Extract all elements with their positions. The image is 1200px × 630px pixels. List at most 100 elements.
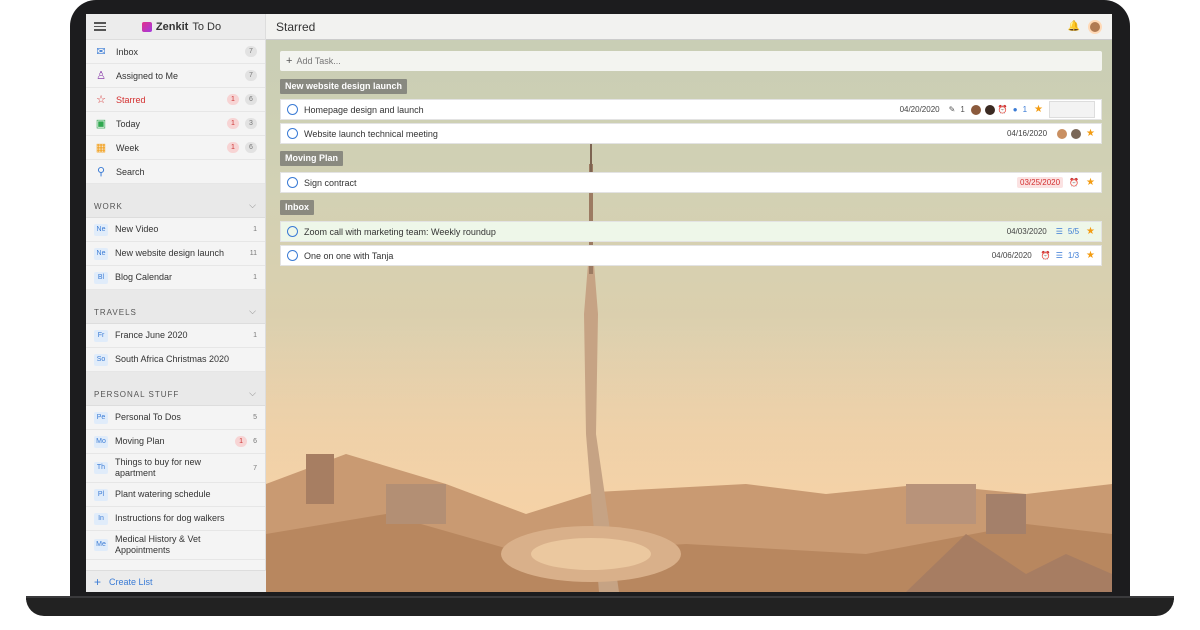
laptop-base — [26, 598, 1174, 616]
avatar[interactable] — [1088, 19, 1102, 34]
list-prefix: In — [94, 512, 108, 525]
list-label: New website design launch — [115, 248, 225, 258]
list-item[interactable]: Th Things to buy for new apartment 7 — [86, 454, 265, 483]
reminder-icon: ⏰ — [997, 105, 1008, 114]
item-count: 6 — [245, 94, 257, 105]
task-row[interactable]: One on one with Tanja 04/06/2020 ⏰ ☰ 1/3… — [280, 245, 1102, 266]
task-title: Website launch technical meeting — [304, 128, 438, 139]
section-title: TRAVELS — [94, 308, 137, 317]
sidebar-item-label: Today — [116, 118, 141, 129]
chevron-down-icon[interactable]: ⌵ — [249, 306, 257, 317]
list-label: New Video — [115, 224, 159, 234]
list-item[interactable]: Me Medical History & Vet Appointments — [86, 531, 265, 560]
checklist-icon: ☰ — [1055, 227, 1063, 236]
star-icon[interactable]: ★ — [1086, 226, 1095, 237]
sidebar-header: Zenkit To Do — [86, 14, 265, 40]
task-title: One on one with Tanja — [304, 250, 394, 261]
task-title: Homepage design and launch — [304, 104, 424, 115]
list-item[interactable]: Pe Personal To Dos 5 — [86, 406, 265, 430]
section-header-travels[interactable]: TRAVELS ⌵ — [86, 290, 265, 324]
list-label: Medical History & Vet Appointments — [115, 534, 201, 555]
list-label: Instructions for dog walkers — [115, 513, 225, 523]
brand-name: Zenkit — [155, 20, 189, 33]
brand-suffix: To Do — [192, 20, 222, 33]
checklist-count: 5/5 — [1067, 227, 1080, 236]
menu-icon[interactable] — [94, 22, 106, 31]
group-header: New website design launch — [280, 79, 408, 94]
overdue-badge: 1 — [227, 118, 239, 129]
task-title: Sign contract — [304, 177, 357, 188]
list-label: Blog Calendar — [115, 272, 173, 282]
star-icon[interactable]: ★ — [1086, 128, 1095, 139]
due-date: 04/06/2020 — [991, 251, 1032, 260]
sidebar-item-label: Week — [116, 142, 139, 153]
list-prefix: So — [94, 353, 108, 366]
sidebar-item-starred[interactable]: ☆ Starred 1 6 — [86, 88, 265, 112]
list-item[interactable]: Ne New Video 1 — [86, 218, 265, 242]
task-row[interactable]: Homepage design and launch 04/20/2020 ✎ … — [280, 99, 1102, 120]
bell-icon[interactable]: 🔔 — [1068, 21, 1080, 32]
list-count: 1 — [253, 226, 257, 233]
item-count: 7 — [245, 70, 257, 81]
list-item[interactable]: Pl Plant watering schedule — [86, 483, 265, 507]
chevron-down-icon[interactable]: ⌵ — [249, 388, 257, 399]
list-item[interactable]: Bl Blog Calendar 1 — [86, 266, 265, 290]
list-item[interactable]: Fr France June 2020 1 — [86, 324, 265, 348]
add-task-input[interactable]: + Add Task... — [280, 51, 1102, 71]
list-prefix: Ne — [94, 247, 108, 260]
comment-count: 1 — [1022, 105, 1028, 114]
search-icon: ⚲ — [96, 166, 106, 178]
sidebar-item-label: Assigned to Me — [116, 70, 179, 81]
task-row[interactable]: Zoom call with marketing team: Weekly ro… — [280, 221, 1102, 242]
task-row[interactable]: Website launch technical meeting 04/16/2… — [280, 123, 1102, 144]
sidebar-item-assigned[interactable]: ♙ Assigned to Me 7 — [86, 64, 265, 88]
list-prefix: Bl — [94, 271, 108, 284]
overdue-badge: 1 — [227, 142, 239, 153]
list-prefix: Pe — [94, 411, 108, 424]
list-prefix: Th — [94, 462, 108, 474]
complete-checkbox[interactable] — [287, 104, 298, 115]
list-count: 11 — [249, 250, 257, 257]
sidebar-item-week[interactable]: ▦ Week 1 6 — [86, 136, 265, 160]
create-list-button[interactable]: + Create List — [86, 570, 266, 592]
complete-checkbox[interactable] — [287, 177, 298, 188]
list-item[interactable]: So South Africa Christmas 2020 — [86, 348, 265, 372]
list-label: France June 2020 — [115, 330, 188, 340]
task-title: Zoom call with marketing team: Weekly ro… — [304, 226, 496, 237]
list-count: 1 — [253, 332, 257, 339]
sidebar-item-label: Inbox — [116, 46, 139, 57]
checklist-count: 1/3 — [1067, 251, 1080, 260]
list-item[interactable]: Ne New website design launch 11 — [86, 242, 265, 266]
list-item[interactable]: In Instructions for dog walkers — [86, 507, 265, 531]
item-count: 3 — [245, 118, 257, 129]
list-label: Things to buy for new apartment — [115, 457, 202, 478]
sidebar-item-today[interactable]: ▣ Today 1 3 — [86, 112, 265, 136]
avatar — [1056, 127, 1069, 140]
complete-checkbox[interactable] — [287, 128, 298, 139]
star-icon[interactable]: ★ — [1086, 177, 1095, 188]
sidebar: Zenkit To Do ✉ Inbox 7 ♙ Assigned to Me … — [86, 14, 266, 592]
sidebar-item-search[interactable]: ⚲ Search — [86, 160, 265, 184]
due-date: 04/16/2020 — [1006, 129, 1048, 138]
list-item[interactable]: Mo Moving Plan 1 6 — [86, 430, 265, 454]
list-prefix: Pl — [94, 488, 108, 501]
star-icon[interactable]: ★ — [1034, 104, 1043, 115]
attachment-thumbnail[interactable] — [1049, 101, 1095, 118]
list-count: 1 — [253, 274, 257, 281]
list-label: South Africa Christmas 2020 — [115, 354, 230, 364]
chevron-down-icon[interactable]: ⌵ — [249, 200, 257, 211]
section-header-personal[interactable]: PERSONAL STUFF ⌵ — [86, 372, 265, 406]
due-date: 04/03/2020 — [1006, 227, 1047, 236]
attachment-count: 1 — [960, 105, 965, 114]
main-panel: Starred 🔔 + Add Task... New website desi… — [266, 14, 1112, 592]
star-icon[interactable]: ★ — [1086, 250, 1095, 261]
list-count: 6 — [253, 438, 257, 445]
complete-checkbox[interactable] — [287, 226, 298, 237]
create-list-label: Create List — [109, 576, 153, 587]
complete-checkbox[interactable] — [287, 250, 298, 261]
sidebar-item-inbox[interactable]: ✉ Inbox 7 — [86, 40, 265, 64]
task-row[interactable]: Sign contract 03/25/2020 ⏰ ★ — [280, 172, 1102, 193]
section-header-work[interactable]: WORK ⌵ — [86, 184, 265, 218]
plus-icon: + — [286, 55, 293, 67]
page-title: Starred — [276, 19, 316, 34]
